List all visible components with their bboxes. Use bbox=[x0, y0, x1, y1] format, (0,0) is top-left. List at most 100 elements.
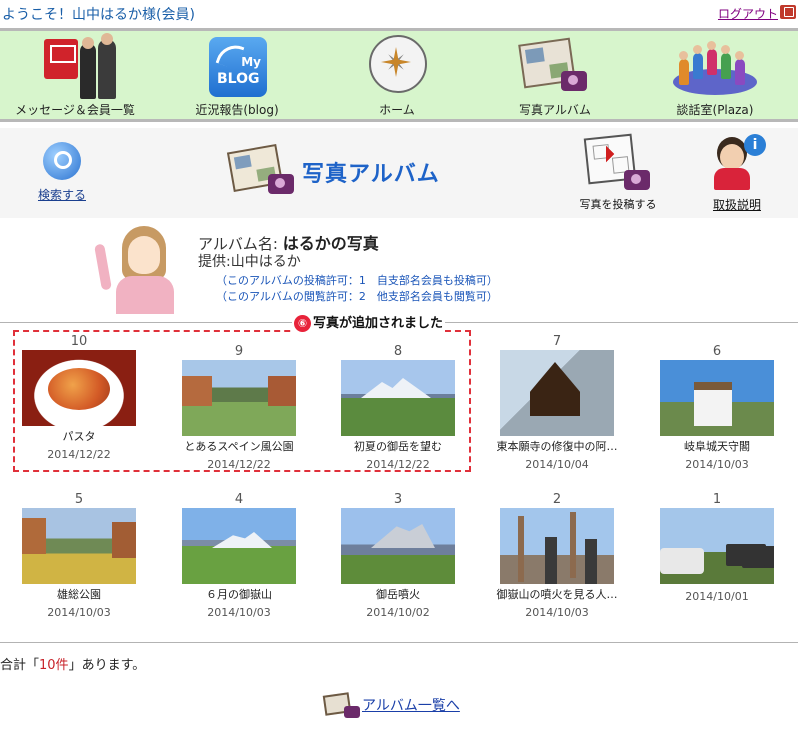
members-message-icon bbox=[20, 33, 130, 99]
photo-thumbnail[interactable] bbox=[341, 508, 455, 584]
photo-album-icon bbox=[517, 35, 593, 99]
photo-thumbnail[interactable] bbox=[660, 508, 774, 584]
nav-item-blog[interactable]: My BLOG 近況報告(blog) bbox=[162, 35, 312, 119]
photo-date: 2014/10/03 bbox=[525, 606, 589, 619]
photo-number: 10 bbox=[70, 334, 88, 349]
photo-card[interactable]: 2 御嶽山の噴火を見る人… 2014/10/03 bbox=[482, 492, 632, 619]
photo-date: 2014/10/04 bbox=[525, 458, 589, 471]
blog-icon-text: BLOG bbox=[217, 71, 260, 87]
info-icon: i bbox=[744, 134, 766, 156]
photo-card[interactable]: 10 パスタ 2014/12/22 bbox=[4, 334, 154, 461]
photo-added-text: 写真が追加されました bbox=[313, 316, 444, 331]
nav-item-home[interactable]: ホーム bbox=[322, 35, 472, 119]
search-button[interactable]: 検索する bbox=[34, 142, 90, 203]
photo-card[interactable]: 9 とあるスペイン風公園 2014/12/22 bbox=[164, 344, 314, 471]
logout-link[interactable]: ログアウト bbox=[718, 5, 778, 22]
photo-added-notice: ⑥ 写真が追加されました bbox=[292, 312, 446, 332]
photo-date: 2014/12/22 bbox=[47, 448, 111, 461]
step-badge: ⑥ bbox=[294, 315, 311, 332]
photo-number: 4 bbox=[234, 492, 244, 507]
page-banner: 検索する 写真アルバム 写真を投稿する i 取扱説明 bbox=[0, 128, 798, 218]
top-bar: ようこそ！山中はるか様(会員) ログアウト bbox=[0, 0, 798, 28]
photo-caption[interactable]: 雄総公園 bbox=[4, 586, 154, 602]
photo-number: 2 bbox=[552, 492, 562, 507]
post-permission: （このアルバムの投稿許可：1 自支部名会員も投稿可） bbox=[216, 274, 498, 287]
photo-card[interactable]: 3 御岳噴火 2014/10/02 bbox=[323, 492, 473, 619]
summary-suffix: 」あります。 bbox=[68, 658, 146, 673]
page-title: 写真アルバム bbox=[302, 162, 440, 187]
photo-thumbnail[interactable] bbox=[22, 350, 136, 426]
photo-caption[interactable]: 東本願寺の修復中の阿… bbox=[482, 438, 632, 454]
photo-date: 2014/12/22 bbox=[366, 458, 430, 471]
photo-thumbnail[interactable] bbox=[660, 360, 774, 436]
nav-item-label: ホーム bbox=[379, 103, 415, 117]
photo-thumbnail[interactable] bbox=[500, 350, 614, 436]
main-nav: メッセージ＆会員一覧 My BLOG 近況報告(blog) ホーム 写真アルバム … bbox=[0, 28, 798, 122]
view-permission: （このアルバムの閲覧許可：2 他支部名会員も閲覧可） bbox=[216, 290, 498, 303]
photo-caption[interactable]: 岐阜城天守閣 bbox=[642, 438, 792, 454]
photo-card[interactable]: 7 東本願寺の修復中の阿… 2014/10/04 bbox=[482, 334, 632, 471]
nav-item-label: 近況報告(blog) bbox=[195, 103, 279, 117]
photo-date: 2014/10/03 bbox=[685, 458, 749, 471]
help-guide-icon: i bbox=[706, 134, 768, 194]
nav-item-photo-album[interactable]: 写真アルバム bbox=[480, 35, 630, 119]
search-icon bbox=[43, 142, 81, 180]
photo-thumbnail[interactable] bbox=[500, 508, 614, 584]
photo-thumbnail[interactable] bbox=[182, 360, 296, 436]
photo-thumbnail[interactable] bbox=[182, 508, 296, 584]
photo-number: 5 bbox=[74, 492, 84, 507]
photo-album-icon bbox=[226, 143, 296, 196]
nav-item-label: 写真アルバム bbox=[519, 103, 591, 117]
nav-item-label: メッセージ＆会員一覧 bbox=[15, 103, 135, 117]
photo-caption[interactable]: 初夏の御岳を望む bbox=[323, 438, 473, 454]
photo-caption[interactable]: とあるスペイン風公園 bbox=[164, 438, 314, 454]
photo-card[interactable]: 1 2014/10/01 bbox=[642, 492, 792, 603]
photo-caption[interactable]: パスタ bbox=[4, 428, 154, 444]
photo-date: 2014/10/03 bbox=[207, 606, 271, 619]
search-label: 検索する bbox=[37, 188, 86, 202]
photo-date: 2014/10/03 bbox=[47, 606, 111, 619]
help-label: 取扱説明 bbox=[712, 198, 761, 212]
photo-card[interactable]: 5 雄総公園 2014/10/03 bbox=[4, 492, 154, 619]
photo-date: 2014/12/22 bbox=[207, 458, 271, 471]
nav-item-members[interactable]: メッセージ＆会員一覧 bbox=[0, 33, 150, 119]
photo-number: 3 bbox=[393, 492, 403, 507]
photo-thumbnail[interactable] bbox=[22, 508, 136, 584]
photo-date: 2014/10/01 bbox=[685, 590, 749, 603]
summary-count: 10件 bbox=[39, 658, 69, 673]
album-list-link[interactable]: アルバム一覧へ bbox=[322, 692, 460, 720]
post-photo-icon bbox=[580, 133, 656, 194]
photo-number: 8 bbox=[393, 344, 403, 359]
nav-item-plaza[interactable]: 談話室(Plaza) bbox=[640, 35, 790, 119]
post-photo-label: 写真を投稿する bbox=[579, 198, 657, 211]
compass-home-icon bbox=[365, 35, 429, 99]
photo-number: 1 bbox=[712, 492, 722, 507]
photo-date: 2014/10/02 bbox=[366, 606, 430, 619]
album-info: アルバム名: はるかの写真 提供:山中はるか （このアルバムの投稿許可：1 自支… bbox=[0, 218, 798, 322]
photo-number: 6 bbox=[712, 344, 722, 359]
nav-item-label: 談話室(Plaza) bbox=[676, 103, 754, 117]
summary-prefix: 合計「 bbox=[0, 658, 40, 673]
help-button[interactable]: i 取扱説明 bbox=[706, 134, 768, 213]
photo-card[interactable]: 8 初夏の御岳を望む 2014/12/22 bbox=[323, 344, 473, 471]
plaza-people-icon bbox=[667, 35, 763, 99]
photo-count-summary: 合計「10件」あります。 bbox=[0, 654, 145, 673]
album-provider: 提供:山中はるか bbox=[198, 254, 301, 270]
blog-icon-text: My bbox=[241, 55, 261, 69]
blog-icon: My BLOG bbox=[205, 35, 269, 99]
photo-caption[interactable]: 御岳噴火 bbox=[323, 586, 473, 602]
photo-album-icon bbox=[322, 692, 360, 720]
photo-card[interactable]: 4 ６月の御嶽山 2014/10/03 bbox=[164, 492, 314, 619]
photo-card[interactable]: 6 岐阜城天守閣 2014/10/03 bbox=[642, 344, 792, 471]
logout-icon[interactable] bbox=[780, 5, 796, 19]
post-photo-button[interactable]: 写真を投稿する bbox=[570, 133, 666, 212]
divider bbox=[0, 642, 798, 643]
photo-thumbnail[interactable] bbox=[341, 360, 455, 436]
photo-caption[interactable]: 御嶽山の噴火を見る人… bbox=[482, 586, 632, 602]
guide-woman-icon bbox=[94, 226, 180, 314]
photo-caption[interactable]: ６月の御嶽山 bbox=[164, 586, 314, 602]
album-list-label[interactable]: アルバム一覧へ bbox=[362, 698, 460, 714]
welcome-message: ようこそ！山中はるか様(会員) bbox=[2, 7, 195, 23]
photo-number: 9 bbox=[234, 344, 244, 359]
photo-number: 7 bbox=[552, 334, 562, 349]
